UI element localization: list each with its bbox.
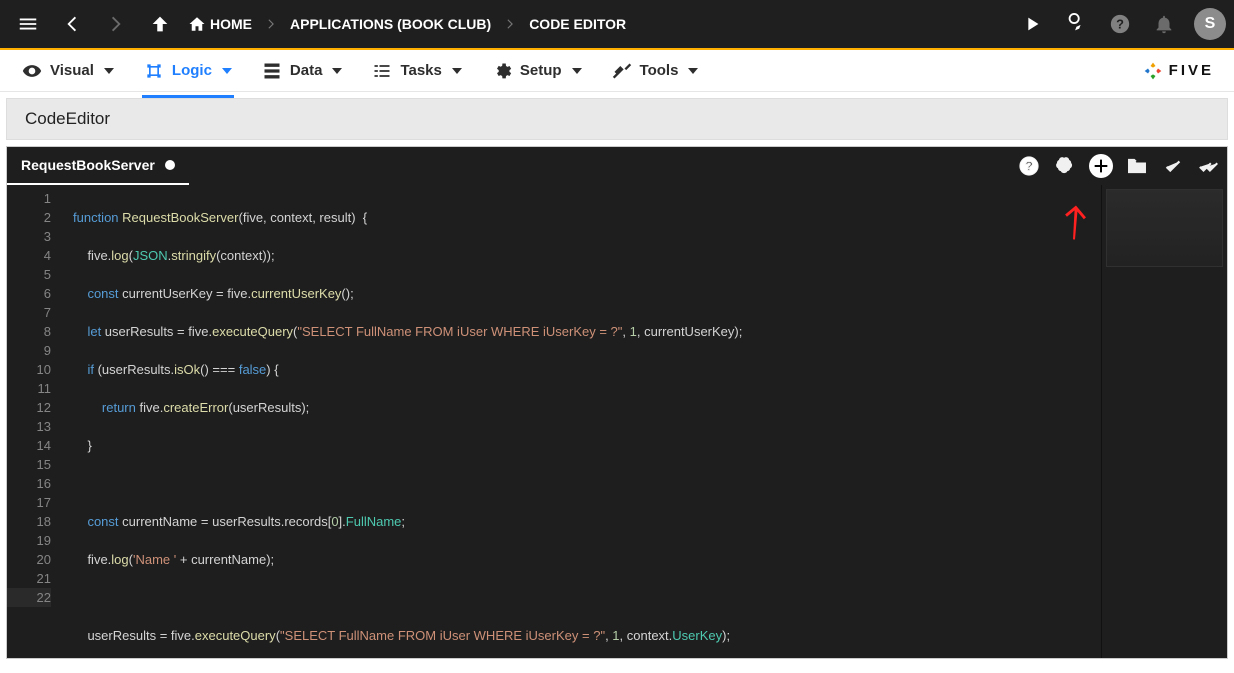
chevron-down-icon — [688, 68, 698, 74]
search-icon[interactable] — [1056, 4, 1096, 44]
breadcrumb-home-label: HOME — [210, 16, 252, 32]
gear-icon — [492, 61, 512, 81]
svg-text:?: ? — [1025, 159, 1033, 174]
svg-text:?: ? — [1116, 17, 1124, 32]
menu-tasks[interactable]: Tasks — [370, 53, 463, 89]
logic-icon — [144, 61, 164, 81]
chevron-down-icon — [332, 68, 342, 74]
page-title: CodeEditor — [6, 98, 1228, 140]
editor-body[interactable]: 12345678910111213141516171819202122 func… — [7, 185, 1227, 658]
tab-label: RequestBookServer — [21, 157, 155, 173]
dirty-indicator-icon — [165, 160, 175, 170]
chevron-down-icon — [572, 68, 582, 74]
line-gutter: 12345678910111213141516171819202122 — [7, 185, 61, 658]
logo-icon — [1143, 61, 1163, 81]
brain-icon[interactable] — [1047, 148, 1083, 184]
menu-setup[interactable]: Setup — [490, 53, 584, 89]
tools-icon — [612, 61, 632, 81]
editor-header: RequestBookServer ? — [7, 147, 1227, 185]
back-icon[interactable] — [52, 4, 92, 44]
bell-icon[interactable] — [1144, 4, 1184, 44]
brand-logo: FIVE — [1143, 61, 1214, 81]
editor-tab[interactable]: RequestBookServer — [7, 147, 189, 185]
minimap-viewport — [1106, 189, 1223, 267]
code-area[interactable]: function RequestBookServer(five, context… — [61, 185, 1101, 658]
chevron-down-icon — [222, 68, 232, 74]
topbar: HOME APPLICATIONS (BOOK CLUB) CODE EDITO… — [0, 0, 1234, 48]
menu-data[interactable]: Data — [260, 53, 345, 89]
eye-icon — [22, 61, 42, 81]
data-icon — [262, 61, 282, 81]
breadcrumb-codeeditor[interactable]: CODE EDITOR — [525, 16, 630, 32]
breadcrumb-sep-icon — [499, 17, 521, 31]
breadcrumb-home[interactable]: HOME — [184, 15, 256, 33]
home-icon — [188, 15, 206, 33]
add-button[interactable] — [1089, 154, 1113, 178]
chevron-down-icon — [452, 68, 462, 74]
breadcrumb-applications[interactable]: APPLICATIONS (BOOK CLUB) — [286, 16, 495, 32]
avatar[interactable]: S — [1194, 8, 1226, 40]
forward-icon — [96, 4, 136, 44]
editor-help-icon[interactable]: ? — [1011, 148, 1047, 184]
chevron-down-icon — [104, 68, 114, 74]
help-icon[interactable]: ? — [1100, 4, 1140, 44]
code-editor: RequestBookServer ? 12345678910111213141… — [6, 146, 1228, 659]
double-check-icon[interactable] — [1191, 148, 1227, 184]
menu-tools[interactable]: Tools — [610, 53, 701, 89]
open-folder-icon[interactable] — [1119, 148, 1155, 184]
up-icon[interactable] — [140, 4, 180, 44]
menu-visual[interactable]: Visual — [20, 53, 116, 89]
menu-icon[interactable] — [8, 4, 48, 44]
menubar: Visual Logic Data Tasks Setup Tools FIVE — [0, 50, 1234, 92]
tasks-icon — [372, 61, 392, 81]
breadcrumb-sep-icon — [260, 17, 282, 31]
check-icon[interactable] — [1155, 148, 1191, 184]
menu-logic[interactable]: Logic — [142, 53, 234, 89]
play-icon[interactable] — [1012, 4, 1052, 44]
minimap[interactable] — [1101, 185, 1227, 658]
